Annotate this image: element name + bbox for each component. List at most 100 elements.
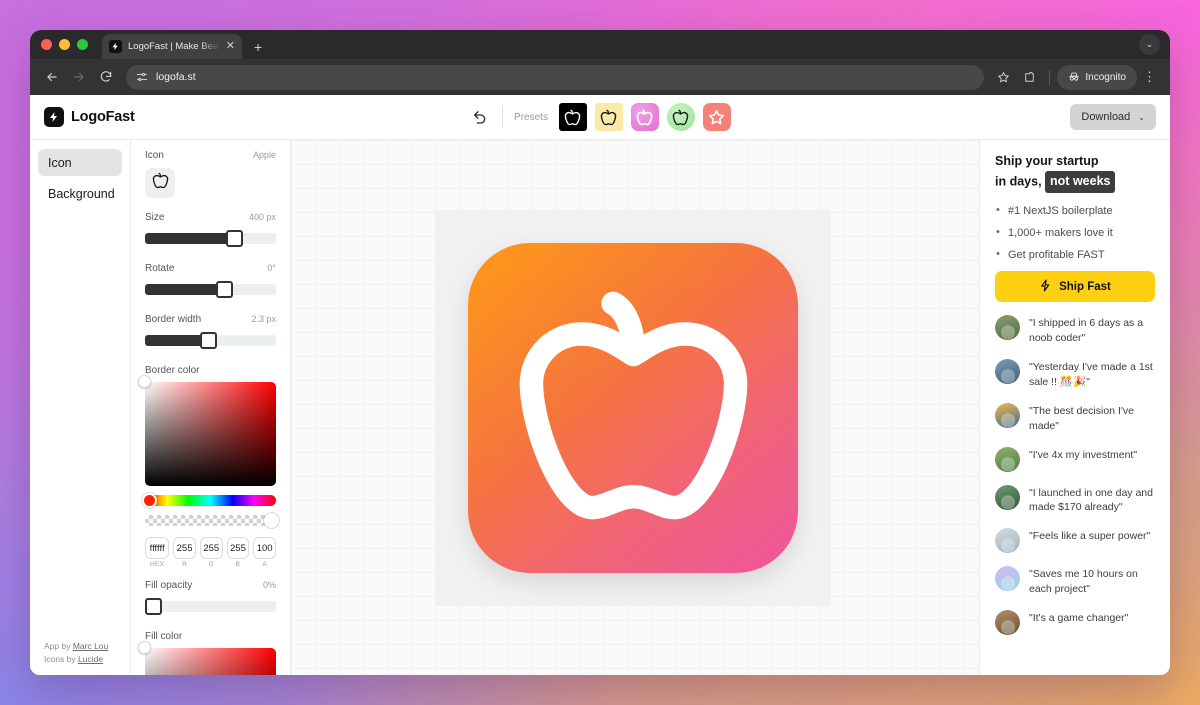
promo-bullets: #1 NextJS boilerplate 1,000+ makers love… [995,203,1155,263]
avatar [995,446,1020,472]
browser-tab[interactable]: LogoFast | Make Beautiful Lo ✕ [102,34,242,59]
color-value-fields: ffffff HEX 255 R 255 G 255 B 100 A [145,537,276,568]
apple-icon [511,283,756,533]
promo-highlight: not weeks [1045,170,1116,193]
green-field[interactable]: 255 G [199,537,223,568]
alpha-field[interactable]: 100 A [253,537,276,568]
preset-list [558,103,731,131]
app-header: LogoFast Presets Download ⌄ [30,95,1170,139]
credits: App by Marc Lou Icons by Lucide [38,640,122,666]
red-sublabel: R [182,561,188,568]
blue-input[interactable]: 255 [226,537,250,559]
testimonial-list: "I shipped in 6 days as a noob coder" "Y… [995,315,1155,636]
fill-opacity-label: Fill opacity [145,580,193,591]
ship-fast-label: Ship Fast [1059,280,1111,293]
size-value: 400 px [248,212,276,222]
lucide-link[interactable]: Lucide [78,654,103,664]
avatar [995,484,1020,510]
sidebar-item-background[interactable]: Background [38,180,122,207]
saturation-handle[interactable] [138,375,151,388]
fill-opacity-control-header: Fill opacity 0% [145,580,276,591]
browser-tab-strip: LogoFast | Make Beautiful Lo ✕ + ⌄ [30,30,1170,59]
extensions-icon[interactable] [1017,65,1042,90]
slider-track [145,601,276,612]
marc-lou-link[interactable]: Marc Lou [73,641,108,651]
incognito-indicator[interactable]: Incognito [1057,64,1137,90]
green-input[interactable]: 255 [199,537,223,559]
logo-canvas[interactable] [291,140,979,675]
list-item: "The best decision I've made" [995,402,1155,434]
size-slider[interactable] [145,230,276,247]
avatar [995,402,1020,428]
close-window-button[interactable] [41,38,52,50]
promo-title-line1: Ship your startup [995,154,1099,168]
star-icon[interactable] [991,65,1016,90]
border-color-saturation-area[interactable] [138,375,276,486]
slider-thumb[interactable] [226,230,244,247]
preset-pink-rounded[interactable] [630,103,659,131]
chevron-down-icon: ⌄ [1138,112,1145,122]
reload-button[interactable] [93,64,119,90]
preset-black-square[interactable] [558,103,587,131]
slider-fill [145,284,224,295]
fill-color-saturation-area[interactable] [138,641,276,675]
url-text: logofa.st [156,71,196,83]
testimonial-text: "Yesterday I've made a 1st sale !! 🎊🎉" [1029,360,1153,388]
border-hue-slider[interactable] [142,493,276,508]
slider-thumb[interactable] [145,598,162,615]
list-item: "I launched in one day and made $170 alr… [995,484,1155,516]
sidebar-item-label: Background [48,186,115,201]
slider-thumb[interactable] [215,281,233,298]
preset-cream-square[interactable] [594,103,623,131]
incognito-label: Incognito [1085,71,1126,83]
avatar [995,358,1020,384]
list-item: "Yesterday I've made a 1st sale !! 🎊🎉" [995,358,1155,390]
hue-handle[interactable] [142,493,157,508]
site-settings-icon[interactable] [136,71,148,83]
avatar [995,315,1020,341]
alpha-input[interactable]: 100 [253,537,276,559]
slider-thumb[interactable] [199,332,217,349]
red-field[interactable]: 255 R [173,537,196,568]
rotate-slider[interactable] [145,281,276,298]
undo-icon[interactable] [469,106,491,128]
app-logo[interactable]: LogoFast [44,107,135,127]
slider-fill [145,335,208,346]
border-width-slider[interactable] [145,332,276,349]
icon-picker-button[interactable] [145,168,175,198]
sidebar-item-icon[interactable]: Icon [38,149,122,176]
close-icon[interactable]: ✕ [226,41,235,52]
download-button[interactable]: Download ⌄ [1070,104,1156,130]
blue-field[interactable]: 255 B [226,537,250,568]
minimize-window-button[interactable] [59,38,70,50]
maximize-window-button[interactable] [77,38,88,50]
promo-bullet: 1,000+ makers love it [995,226,1155,240]
promo-title-line2: in days, not weeks [995,170,1155,193]
border-color-label: Border color [145,365,200,376]
saturation-handle[interactable] [138,641,151,654]
alpha-handle[interactable] [264,513,279,528]
list-item: "I've 4x my investment" [995,446,1155,472]
bolt-icon [1039,279,1052,295]
hex-field[interactable]: ffffff HEX [145,537,170,568]
hex-input[interactable]: ffffff [145,537,170,559]
border-width-control-header: Border width 2.3 px [145,314,276,325]
ship-fast-button[interactable]: Ship Fast [995,271,1155,303]
preset-salmon-rounded[interactable] [702,103,731,131]
brand-name: LogoFast [71,109,135,125]
new-tab-button[interactable]: + [254,40,262,54]
workspace: Icon Background App by Marc Lou Icons by… [30,139,1170,675]
chevron-down-icon[interactable]: ⌄ [1139,34,1160,55]
border-alpha-slider[interactable] [145,513,279,528]
fill-opacity-slider[interactable] [145,598,276,615]
url-bar[interactable]: logofa.st [126,64,985,90]
preset-green-circle[interactable] [666,103,695,131]
red-input[interactable]: 255 [173,537,196,559]
browser-menu-icon[interactable]: ⋮ [1138,70,1161,84]
back-button[interactable] [39,64,65,90]
forward-button[interactable] [66,64,92,90]
logo-preview[interactable] [468,242,798,573]
promo-sidebar: Ship your startup in days, not weeks #1 … [979,140,1170,675]
icon-value: Apple [252,150,276,160]
avatar [995,566,1020,592]
